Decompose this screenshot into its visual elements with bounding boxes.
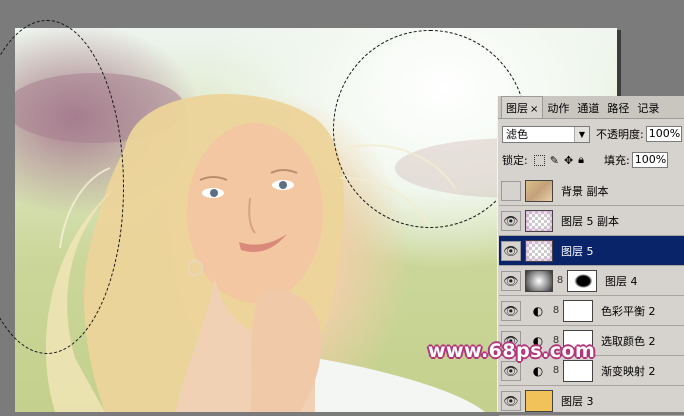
eye-icon[interactable]: 👁	[501, 240, 521, 261]
brush-icon[interactable]: ✎	[550, 154, 559, 167]
fill-input[interactable]: 100%	[631, 152, 668, 168]
layer-name: 图层 5 副本	[561, 214, 619, 228]
tab-layers[interactable]: 图层 ×	[501, 96, 544, 118]
layer-row[interactable]: 👁 背景 副本	[499, 176, 684, 206]
visibility-toggle[interactable]: 👁	[501, 180, 521, 201]
chevron-down-icon: ▼	[574, 126, 589, 142]
eye-icon[interactable]: 👁	[501, 300, 521, 321]
lock-label: 锁定:	[502, 154, 528, 167]
layers-list: 👁 背景 副本 👁 图层 5 副本 👁 图层 5 👁 8 图层 4 👁 ◐ 8 …	[499, 176, 684, 416]
blend-mode-select[interactable]: 滤色 ▼	[502, 125, 590, 143]
lock-transparency-icon[interactable]	[533, 154, 545, 166]
eye-icon[interactable]: 👁	[501, 210, 521, 231]
link-icon: 8	[552, 365, 560, 376]
layer-row-selected[interactable]: 👁 图层 5	[499, 236, 684, 266]
layers-panel: 图层 × 动作 通道 路径 记录 滤色 ▼ 不透明度: 100% 锁定: ✎ ✥ …	[497, 96, 684, 416]
layer-thumbnail	[525, 239, 553, 262]
tab-actions[interactable]: 动作	[543, 97, 573, 118]
link-icon: 8	[556, 275, 564, 286]
opacity-input[interactable]: 100%	[645, 126, 682, 142]
fill-label: 填充:	[604, 154, 630, 167]
tab-paths[interactable]: 路径	[603, 97, 633, 118]
link-icon: 8	[552, 305, 560, 316]
layer-mask-thumbnail	[567, 269, 597, 292]
lock-row: 锁定: ✎ ✥ 🔒︎ 填充: 100%	[502, 150, 684, 170]
eye-icon[interactable]: 👁	[501, 390, 521, 411]
layer-thumbnail	[525, 389, 553, 412]
eye-icon[interactable]: 👁	[501, 360, 521, 381]
eye-icon[interactable]: 👁	[501, 270, 521, 291]
site-watermark: www.68ps.com	[428, 340, 596, 362]
adjustment-layer-icon: ◐	[532, 303, 544, 318]
layer-name: 图层 3	[561, 394, 594, 408]
layer-thumbnail	[525, 269, 553, 292]
layer-thumbnail	[525, 179, 553, 202]
layer-mask-thumbnail	[563, 299, 593, 322]
layer-name: 背景 副本	[561, 184, 609, 198]
layer-row[interactable]: 👁 图层 5 副本	[499, 206, 684, 236]
move-icon[interactable]: ✥	[564, 154, 573, 167]
layer-thumbnail	[525, 209, 553, 232]
adjustment-layer-icon: ◐	[532, 363, 544, 378]
layer-name: 渐变映射 2	[601, 364, 656, 378]
panel-tabs: 图层 × 动作 通道 路径 记录	[498, 96, 684, 119]
blend-mode-value: 滤色	[506, 128, 528, 141]
layer-name: 色彩平衡 2	[601, 304, 656, 318]
layer-row[interactable]: 👁 8 图层 4	[499, 266, 684, 296]
layer-name: 选取颜色 2	[601, 334, 656, 348]
blend-row: 滤色 ▼ 不透明度: 100%	[502, 124, 684, 144]
tab-channels[interactable]: 通道	[573, 97, 603, 118]
layer-mask-thumbnail	[563, 359, 593, 382]
tab-history[interactable]: 记录	[633, 97, 663, 118]
layer-name: 图层 4	[605, 274, 638, 288]
opacity-label: 不透明度:	[596, 128, 644, 141]
layer-row[interactable]: 👁 ◐ 8 色彩平衡 2	[499, 296, 684, 326]
layer-name: 图层 5	[561, 244, 594, 258]
lock-icon[interactable]: 🔒︎	[578, 153, 584, 167]
close-icon[interactable]: ×	[530, 104, 538, 115]
